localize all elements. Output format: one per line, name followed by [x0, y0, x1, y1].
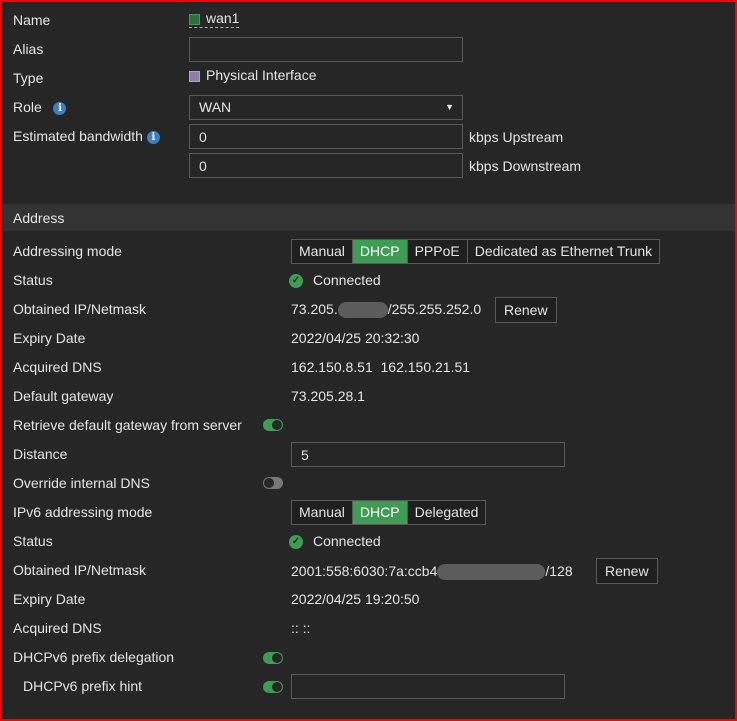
- ipv6-ip-label: Obtained IP/Netmask: [13, 562, 147, 578]
- ipv6-renew-button[interactable]: Renew: [596, 558, 658, 584]
- bandwidth-label-text: Estimated bandwidth: [13, 128, 143, 144]
- prefix-delegation-label: DHCPv6 prefix delegation: [13, 649, 175, 665]
- mode-pppoe[interactable]: PPPoE: [407, 240, 468, 263]
- ipv6-ip-value: 2001:558:6030:7a:ccb4/128: [291, 561, 573, 581]
- alias-label: Alias: [13, 41, 44, 57]
- type-label: Type: [13, 70, 44, 86]
- ipv6-dns-value: :: ::: [291, 620, 311, 636]
- ip-prefix: 73.205.: [291, 301, 338, 317]
- mode-manual[interactable]: Manual: [292, 240, 353, 263]
- upstream-unit: kbps Upstream: [469, 129, 564, 145]
- ip-label: Obtained IP/Netmask: [13, 301, 147, 317]
- role-label-text: Role: [13, 99, 42, 115]
- alias-input[interactable]: [189, 37, 463, 62]
- dns-label: Acquired DNS: [13, 359, 102, 375]
- address-section-header: Address: [2, 204, 735, 231]
- downstream-input[interactable]: [189, 153, 463, 178]
- section-title: Address: [13, 210, 65, 226]
- type-text: Physical Interface: [206, 67, 317, 83]
- status-label: Status: [13, 272, 53, 288]
- prefix-hint-toggle[interactable]: [263, 681, 283, 693]
- ipv6-mode-manual[interactable]: Manual: [292, 501, 353, 524]
- retrieve-gateway-label: Retrieve default gateway from server: [13, 417, 242, 433]
- mode-dhcp[interactable]: DHCP: [352, 240, 408, 263]
- ipv6-expiry-label: Expiry Date: [13, 591, 86, 607]
- gateway-label: Default gateway: [13, 388, 114, 404]
- ipv6-status-text: Connected: [313, 533, 381, 549]
- renew-button[interactable]: Renew: [495, 297, 557, 323]
- ipv6-expiry-value: 2022/04/25 19:20:50: [291, 591, 420, 607]
- info-icon[interactable]: i: [53, 101, 67, 115]
- bandwidth-label: Estimated bandwidth i: [13, 126, 160, 146]
- upstream-input[interactable]: [189, 124, 463, 149]
- ipv6-mode-delegated[interactable]: Delegated: [407, 501, 486, 524]
- override-dns-label: Override internal DNS: [13, 475, 150, 491]
- distance-label: Distance: [13, 446, 68, 462]
- ipv6-status-label: Status: [13, 533, 53, 549]
- mode-dedicated-trunk[interactable]: Dedicated as Ethernet Trunk: [467, 240, 660, 263]
- retrieve-gateway-toggle[interactable]: [263, 419, 283, 431]
- prefix-hint-input[interactable]: [291, 674, 565, 699]
- redacted-blur: [337, 302, 388, 319]
- chevron-down-icon: ▼: [445, 102, 454, 112]
- check-circle-icon: ✓: [289, 274, 303, 289]
- role-select[interactable]: WAN ▼: [189, 95, 463, 120]
- name-label: Name: [13, 12, 51, 28]
- role-label: Role i: [13, 97, 67, 117]
- port-icon: [189, 13, 200, 25]
- downstream-unit: kbps Downstream: [469, 158, 582, 174]
- ipv6-dns-label: Acquired DNS: [13, 620, 102, 636]
- addressing-mode-toggle[interactable]: Manual DHCP PPPoE Dedicated as Ethernet …: [291, 239, 661, 264]
- expiry-label: Expiry Date: [13, 330, 86, 346]
- dns-value: 162.150.8.51 162.150.21.51: [291, 359, 471, 375]
- ipv6-status-value: ✓ Connected: [289, 531, 381, 551]
- ipv6-ip-prefix: 2001:558:6030:7a:ccb4: [291, 563, 438, 579]
- name-text: wan1: [206, 10, 240, 26]
- prefix-delegation-toggle[interactable]: [263, 652, 283, 664]
- status-value: ✓ Connected: [289, 270, 381, 290]
- override-dns-toggle[interactable]: [263, 477, 283, 489]
- role-value: WAN: [199, 99, 232, 115]
- check-circle-icon: ✓: [289, 535, 303, 550]
- ipv6-mode-toggle[interactable]: Manual DHCP Delegated: [291, 500, 487, 525]
- ipv6-ip-suffix: /128: [545, 563, 573, 579]
- ipv6-mode-label: IPv6 addressing mode: [13, 504, 153, 520]
- expiry-value: 2022/04/25 20:32:30: [291, 330, 420, 346]
- ipv6-mode-dhcp[interactable]: DHCP: [352, 501, 408, 524]
- addressing-mode-label: Addressing mode: [13, 243, 122, 259]
- prefix-hint-label: DHCPv6 prefix hint: [23, 678, 143, 694]
- name-value[interactable]: wan1: [189, 8, 240, 28]
- physical-port-icon: [189, 70, 200, 82]
- redacted-blur: [437, 564, 546, 581]
- distance-input[interactable]: [291, 442, 565, 467]
- status-text: Connected: [313, 272, 381, 288]
- ip-value: 73.205. /255.255.252.0: [291, 299, 481, 319]
- gateway-value: 73.205.28.1: [291, 388, 365, 404]
- info-icon[interactable]: i: [146, 130, 160, 144]
- type-value: Physical Interface: [189, 65, 317, 85]
- ip-suffix: /255.255.252.0: [387, 301, 482, 317]
